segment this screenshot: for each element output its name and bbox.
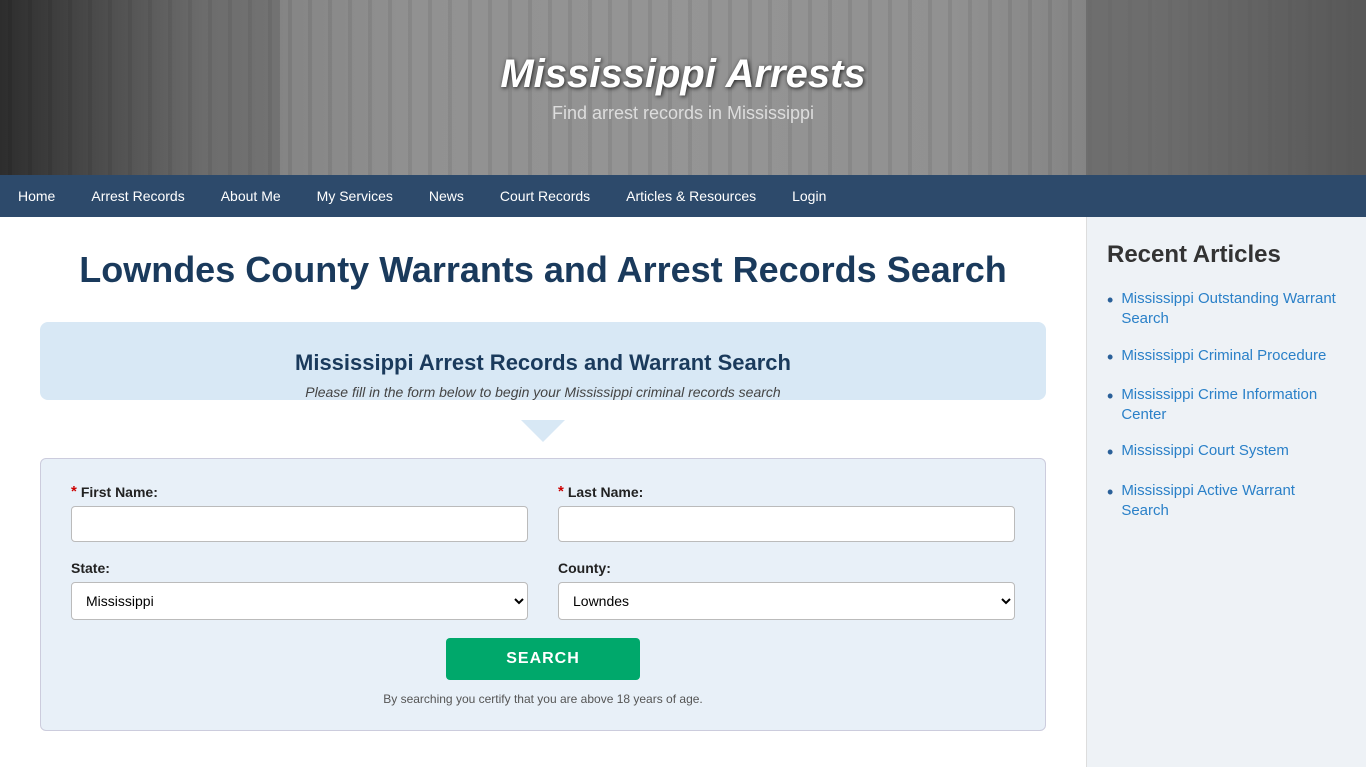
main-nav: Home Arrest Records About Me My Services…	[0, 175, 1366, 217]
page-title: Lowndes County Warrants and Arrest Recor…	[40, 247, 1046, 292]
article-link-court-system[interactable]: Mississippi Court System	[1121, 441, 1289, 461]
name-row: * First Name: * Last Name:	[71, 483, 1015, 542]
nav-item-login[interactable]: Login	[774, 175, 844, 217]
article-link-active-warrant[interactable]: Mississippi Active Warrant Search	[1121, 481, 1346, 522]
search-button[interactable]: SEARCH	[446, 638, 640, 680]
nav-item-about-me[interactable]: About Me	[203, 175, 299, 217]
list-item: Mississippi Criminal Procedure	[1107, 346, 1346, 369]
state-group: State: Mississippi	[71, 560, 528, 620]
location-row: State: Mississippi County: Lowndes	[71, 560, 1015, 620]
hero-banner: Mississippi Arrests Find arrest records …	[0, 0, 1366, 175]
main-layout: Lowndes County Warrants and Arrest Recor…	[0, 217, 1366, 767]
list-item: Mississippi Court System	[1107, 441, 1346, 464]
first-name-input[interactable]	[71, 506, 528, 542]
last-name-group: * Last Name:	[558, 483, 1015, 542]
search-card-subtitle: Please fill in the form below to begin y…	[70, 384, 1016, 400]
article-link-crime-information-center[interactable]: Mississippi Crime Information Center	[1121, 385, 1346, 426]
site-title: Mississippi Arrests	[500, 52, 865, 97]
first-name-group: * First Name:	[71, 483, 528, 542]
article-link-criminal-procedure[interactable]: Mississippi Criminal Procedure	[1121, 346, 1326, 366]
list-item: Mississippi Active Warrant Search	[1107, 481, 1346, 522]
main-content: Lowndes County Warrants and Arrest Recor…	[0, 217, 1086, 767]
county-group: County: Lowndes	[558, 560, 1015, 620]
list-item: Mississippi Crime Information Center	[1107, 385, 1346, 426]
article-link-outstanding-warrant[interactable]: Mississippi Outstanding Warrant Search	[1121, 289, 1346, 330]
nav-item-articles-resources[interactable]: Articles & Resources	[608, 175, 774, 217]
chevron-down-icon	[521, 420, 565, 442]
sidebar-title: Recent Articles	[1107, 241, 1346, 269]
first-name-label: * First Name:	[71, 483, 528, 500]
state-select[interactable]: Mississippi	[71, 582, 528, 620]
required-star-lastname: *	[558, 483, 564, 500]
recent-articles-list: Mississippi Outstanding Warrant Search M…	[1107, 289, 1346, 521]
search-form-container: * First Name: * Last Name: State:	[40, 458, 1046, 731]
county-select[interactable]: Lowndes	[558, 582, 1015, 620]
nav-item-court-records[interactable]: Court Records	[482, 175, 608, 217]
last-name-label: * Last Name:	[558, 483, 1015, 500]
search-card: Mississippi Arrest Records and Warrant S…	[40, 322, 1046, 400]
nav-item-my-services[interactable]: My Services	[299, 175, 411, 217]
site-subtitle: Find arrest records in Mississippi	[552, 103, 814, 124]
nav-item-news[interactable]: News	[411, 175, 482, 217]
nav-item-arrest-records[interactable]: Arrest Records	[73, 175, 202, 217]
last-name-input[interactable]	[558, 506, 1015, 542]
county-label: County:	[558, 560, 1015, 576]
state-label: State:	[71, 560, 528, 576]
search-card-title: Mississippi Arrest Records and Warrant S…	[70, 350, 1016, 376]
nav-item-home[interactable]: Home	[0, 175, 73, 217]
sidebar: Recent Articles Mississippi Outstanding …	[1086, 217, 1366, 767]
form-disclaimer: By searching you certify that you are ab…	[71, 692, 1015, 706]
list-item: Mississippi Outstanding Warrant Search	[1107, 289, 1346, 330]
required-star-firstname: *	[71, 483, 77, 500]
